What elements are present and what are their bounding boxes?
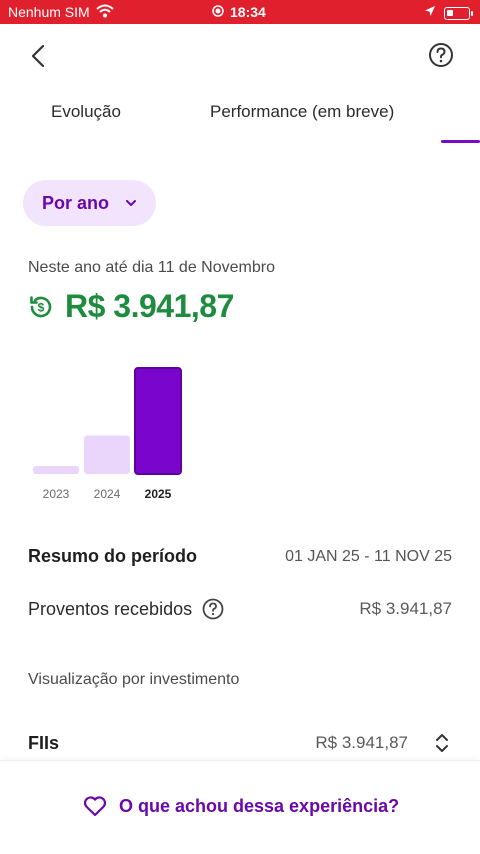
summary-row: Resumo do período 01 JAN 25 - 11 NOV 25: [28, 546, 452, 567]
recording-icon: [212, 4, 224, 20]
status-center: 18:34: [212, 4, 266, 20]
battery-icon: [444, 6, 473, 20]
proventos-row: Proventos recebidos R$ 3.941,87: [28, 598, 452, 620]
total-row: $ R$ 3.941,87: [28, 288, 234, 325]
status-bar: Nenhum SIM 18:34: [0, 0, 480, 24]
top-navigation: [0, 24, 480, 88]
question-circle-icon: [429, 43, 453, 67]
heart-icon: [83, 796, 107, 817]
tick-label-2023: 2023: [43, 487, 70, 501]
tab-evolucao[interactable]: Evolução: [51, 102, 121, 122]
period-caption: Neste ano até dia 11 de Novembro: [28, 259, 275, 276]
chart-svg: 2023 2024 2025: [33, 367, 182, 501]
period-filter-dropdown[interactable]: Por ano: [23, 180, 156, 226]
proventos-label-group: Proventos recebidos: [28, 598, 224, 620]
location-arrow-icon: [424, 4, 436, 22]
feedback-button[interactable]: O que achou dessa experiência?: [83, 795, 399, 817]
summary-date-range: 01 JAN 25 - 11 NOV 25: [285, 547, 452, 565]
investment-row-fiis[interactable]: FIIs R$ 3.941,87: [28, 731, 452, 755]
tabs: Evolução Performance (em breve): [0, 90, 480, 144]
yearly-bar-chart: 2023 2024 2025: [28, 352, 228, 512]
total-value: R$ 3.941,87: [65, 288, 234, 324]
back-button[interactable]: [22, 40, 54, 72]
chevron-down-icon: [126, 200, 137, 206]
summary-title: Resumo do período: [28, 546, 198, 566]
proventos-label: Proventos recebidos: [28, 598, 193, 619]
period-filter-label: Por ano: [42, 192, 110, 213]
svg-text:$: $: [38, 300, 45, 314]
chevron-left-icon: [31, 44, 45, 68]
tick-label-2025: 2025: [145, 487, 172, 501]
proventos-value: R$ 3.941,87: [359, 599, 452, 618]
carrier-label: Nenhum SIM: [8, 4, 90, 20]
feedback-label: O que achou dessa experiência?: [119, 795, 400, 816]
refresh-dollar-icon: $: [30, 295, 52, 317]
investment-value: R$ 3.941,87: [315, 733, 408, 752]
tab-indicator: [441, 140, 480, 143]
wifi-icon: [96, 4, 114, 23]
investment-view-caption: Visualização por investimento: [28, 671, 240, 688]
feedback-bar: O que achou dessa experiência?: [0, 760, 480, 854]
sort-icon[interactable]: [432, 731, 452, 755]
tick-label-2024: 2024: [94, 487, 121, 501]
tab-performance[interactable]: Performance (em breve): [210, 102, 394, 122]
help-button[interactable]: [428, 42, 454, 68]
investment-right: R$ 3.941,87: [315, 731, 452, 755]
investment-label: FIIs: [28, 732, 60, 753]
status-right: [424, 4, 473, 22]
bar-2025[interactable]: [134, 367, 182, 475]
clock: 18:34: [230, 4, 266, 20]
bar-2024[interactable]: [84, 435, 130, 474]
question-circle-icon[interactable]: [202, 598, 224, 620]
bar-2023[interactable]: [33, 466, 79, 474]
